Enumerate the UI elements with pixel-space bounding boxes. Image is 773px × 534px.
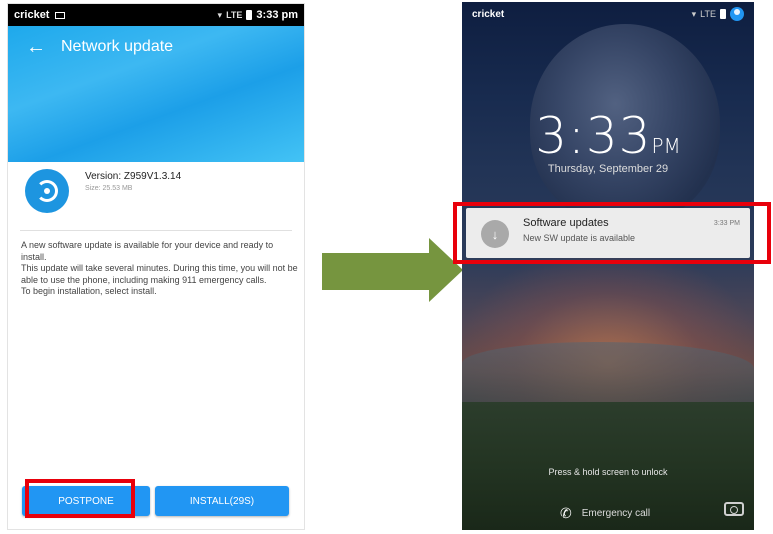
install-button[interactable]: INSTALL(29S) (155, 486, 289, 516)
update-info: Version: Z959V1.3.14 Size: 25.53 MB (8, 166, 304, 228)
version-label: Version: Z959V1.3.14 (85, 171, 182, 182)
emergency-call-label: Emergency call (581, 508, 651, 519)
unlock-hint: Press & hold screen to unlock (548, 467, 668, 477)
date-label: Thursday, September 29 (547, 163, 669, 175)
network-update-screen: cricket ▾ LTE 3:33 pm ← Network update V… (8, 4, 304, 529)
carrier-label: cricket (14, 9, 50, 21)
postpone-highlight-box (25, 479, 135, 518)
user-avatar-icon[interactable] (730, 7, 744, 21)
system-update-icon (25, 169, 69, 213)
page-title: Network update (61, 38, 174, 55)
camera-icon[interactable] (724, 502, 744, 516)
description-line: A new software update is available for y… (21, 240, 274, 262)
status-right: ▾ LTE (692, 7, 744, 21)
sim-icon (55, 11, 66, 19)
carrier-label: cricket (472, 9, 505, 20)
app-header: ← Network update (8, 26, 304, 162)
divider (20, 230, 292, 231)
battery-icon (246, 10, 253, 20)
description-line: To begin installation, select install. (21, 286, 157, 296)
description-line: This update will take several minutes. D… (21, 263, 298, 285)
lock-screen[interactable]: cricket ▾ LTE 3:33PM Thursday, September… (462, 2, 754, 530)
clock-time: 3:33 (535, 107, 652, 165)
status-right: ▾ LTE 3:33 pm (218, 9, 298, 21)
back-arrow-icon[interactable]: ← (26, 36, 46, 59)
battery-icon (720, 9, 726, 19)
update-description: A new software update is available for y… (21, 240, 299, 298)
lte-label: LTE (226, 10, 243, 20)
notification-highlight-box (453, 202, 771, 264)
lte-label: LTE (700, 9, 716, 19)
clock: 3:33PM (462, 107, 754, 165)
status-time: 3:33 pm (256, 9, 298, 21)
status-bar: cricket ▾ LTE 3:33 pm (8, 4, 304, 26)
clock-ampm: PM (651, 134, 681, 158)
size-label: Size: 25.53 MB (85, 185, 133, 192)
signal-icon: ▾ (217, 9, 223, 20)
emergency-call-button[interactable]: ✆ Emergency call (560, 505, 650, 522)
signal-icon: ▾ (691, 8, 697, 19)
phone-icon: ✆ (560, 505, 572, 521)
arrow-body (322, 253, 432, 290)
